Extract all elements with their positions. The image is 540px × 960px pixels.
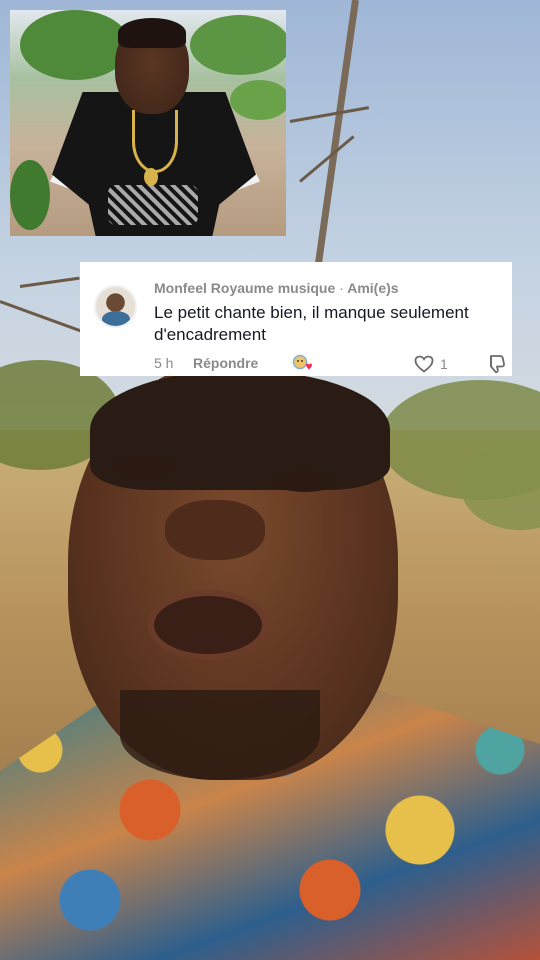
tree <box>190 15 286 75</box>
beard <box>120 690 320 780</box>
inset-photo <box>10 10 286 236</box>
like-control[interactable]: 1 <box>414 354 448 374</box>
right-eye <box>272 470 338 492</box>
tree <box>230 80 286 120</box>
gold-chain <box>132 110 178 173</box>
boy-hair <box>118 18 186 48</box>
tree <box>10 160 50 230</box>
separator: · <box>339 280 344 296</box>
mouth <box>148 590 268 660</box>
like-count: 1 <box>440 356 448 372</box>
comment-time: 5 h <box>154 355 174 371</box>
comment-author[interactable]: Monfeel Royaume musique <box>154 280 335 296</box>
tree <box>20 10 130 80</box>
reply-button[interactable]: Répondre <box>193 355 258 371</box>
avatar[interactable] <box>94 285 137 328</box>
pendant <box>144 168 158 186</box>
left-eye <box>112 455 178 477</box>
thumbs-down-outline-icon[interactable] <box>484 354 506 374</box>
relation-label: Ami(e)s <box>347 280 399 296</box>
nose <box>165 500 265 560</box>
shirt-print <box>108 185 198 225</box>
emoji-reaction-icon[interactable] <box>292 354 314 372</box>
comment-text: Le petit chante bien, il manque seulemen… <box>154 303 469 344</box>
comment-header: Monfeel Royaume musique · Ami(e)s <box>154 280 399 296</box>
heart-outline-icon[interactable] <box>414 355 434 373</box>
comment-card[interactable]: Monfeel Royaume musique · Ami(e)s Le pet… <box>80 262 512 376</box>
